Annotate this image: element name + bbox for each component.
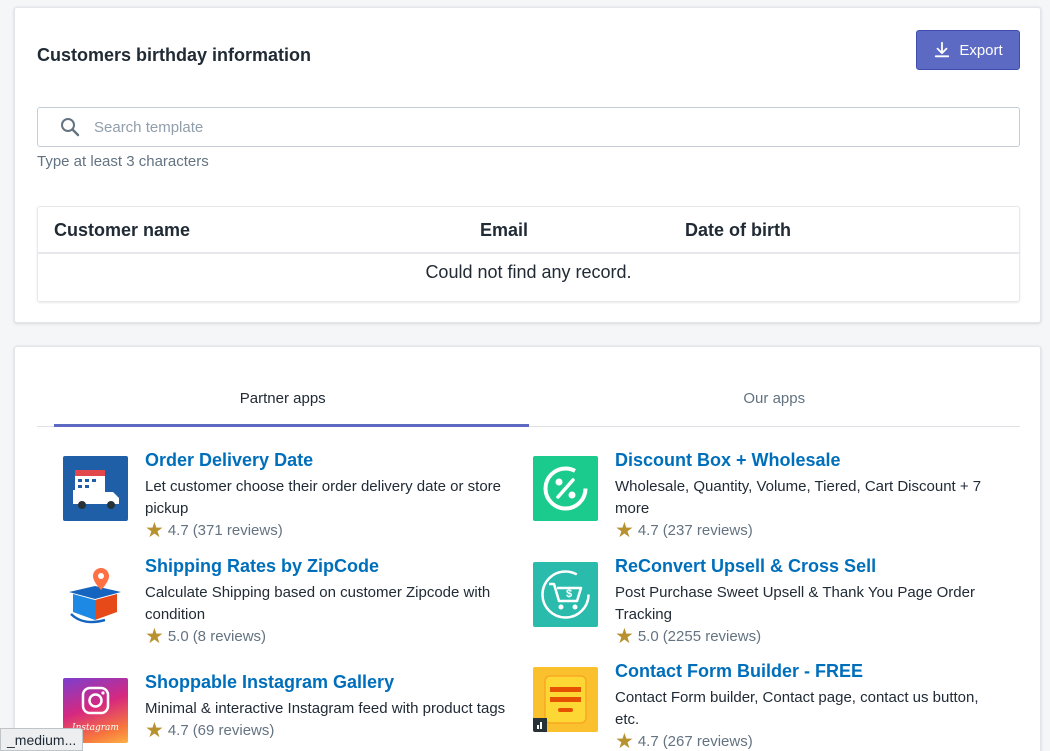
review-count: (267 reviews) — [662, 733, 753, 750]
app-rating: ★ 4.7 (69 reviews) — [145, 720, 274, 741]
delivery-truck-calendar-icon — [63, 456, 128, 521]
apps-tabs: Partner apps Our apps — [37, 371, 1020, 427]
app-card-contact-form-builder[interactable]: Contact Form Builder - FREE Contact Form… — [533, 661, 993, 751]
tab-partner-apps[interactable]: Partner apps — [37, 371, 529, 427]
rating-value: 4.7 — [637, 522, 659, 539]
app-card-shipping-rates[interactable]: Shipping Rates by ZipCode Calculate Ship… — [63, 556, 523, 656]
app-rating: ★ 4.7 (371 reviews) — [145, 520, 283, 541]
percent-icon — [533, 456, 598, 521]
app-description: Contact Form builder, Contact page, cont… — [615, 689, 979, 728]
shipping-box-pin-icon — [63, 562, 128, 627]
star-icon: ★ — [615, 625, 634, 648]
app-card-order-delivery-date[interactable]: Order Delivery Date Let customer choose … — [63, 450, 523, 550]
table-header: Customer name Email Date of birth — [38, 207, 1019, 254]
app-name[interactable]: Order Delivery Date — [145, 450, 313, 471]
app-card-instagram-gallery[interactable]: Instagram Shoppable Instagram Gallery Mi… — [63, 672, 523, 751]
contact-form-icon — [533, 667, 598, 732]
app-description: Post Purchase Sweet Upsell & Thank You P… — [615, 584, 975, 623]
app-name[interactable]: Discount Box + Wholesale — [615, 450, 841, 471]
app-description: Calculate Shipping based on customer Zip… — [145, 584, 491, 623]
download-icon — [935, 41, 950, 58]
app-name[interactable]: Contact Form Builder - FREE — [615, 661, 863, 682]
column-header-email: Email — [480, 220, 529, 240]
star-icon: ★ — [145, 625, 164, 648]
star-icon: ★ — [145, 519, 164, 542]
page-title: Customers birthday information — [37, 45, 312, 65]
column-header-date-of-birth: Date of birth — [685, 220, 791, 240]
search-hint: Type at least 3 characters — [37, 153, 209, 170]
svg-text:$: $ — [566, 588, 572, 600]
birthday-card: Customers birthday information Export Ty… — [14, 7, 1041, 323]
app-card-reconvert[interactable]: $ ReConvert Upsell & Cross Sell Post Pur… — [533, 556, 993, 656]
app-rating: ★ 4.7 (237 reviews) — [615, 520, 753, 541]
rating-value: 4.7 — [637, 733, 659, 750]
review-count: (69 reviews) — [192, 722, 275, 739]
app-description: Minimal & interactive Instagram feed wit… — [145, 700, 506, 717]
apps-card: Partner apps Our apps Order Delivery Dat… — [14, 346, 1041, 751]
app-name[interactable]: Shipping Rates by ZipCode — [145, 556, 379, 577]
status-bar-url: _medium... — [0, 728, 84, 751]
app-rating: ★ 4.7 (267 reviews) — [615, 731, 753, 751]
app-name[interactable]: ReConvert Upsell & Cross Sell — [615, 556, 876, 577]
review-count: (237 reviews) — [662, 522, 753, 539]
app-card-discount-box[interactable]: Discount Box + Wholesale Wholesale, Quan… — [533, 450, 993, 550]
app-description: Wholesale, Quantity, Volume, Tiered, Car… — [615, 478, 982, 517]
rating-value: 5.0 — [167, 628, 189, 645]
search-icon — [61, 118, 80, 137]
tab-our-apps[interactable]: Our apps — [529, 371, 1021, 426]
app-rating: ★ 5.0 (8 reviews) — [145, 626, 266, 647]
cart-dollar-icon: $ — [533, 562, 598, 627]
star-icon: ★ — [615, 730, 634, 751]
app-name[interactable]: Shoppable Instagram Gallery — [145, 672, 394, 693]
customers-table: Customer name Email Date of birth Could … — [37, 206, 1020, 302]
rating-value: 4.7 — [167, 722, 189, 739]
search-input[interactable] — [94, 118, 1019, 136]
column-header-customer-name: Customer name — [54, 220, 191, 240]
app-description: Let customer choose their order delivery… — [145, 478, 502, 517]
export-label: Export — [959, 41, 1003, 59]
star-icon: ★ — [145, 719, 164, 742]
rating-value: 5.0 — [637, 628, 659, 645]
rating-value: 4.7 — [167, 522, 189, 539]
export-button[interactable]: Export — [916, 30, 1020, 70]
search-field[interactable] — [37, 107, 1020, 147]
app-rating: ★ 5.0 (2255 reviews) — [615, 626, 761, 647]
review-count: (371 reviews) — [192, 522, 283, 539]
review-count: (8 reviews) — [192, 628, 267, 645]
star-icon: ★ — [615, 519, 634, 542]
empty-state-message: Could not find any record. — [425, 262, 632, 282]
review-count: (2255 reviews) — [662, 628, 762, 645]
